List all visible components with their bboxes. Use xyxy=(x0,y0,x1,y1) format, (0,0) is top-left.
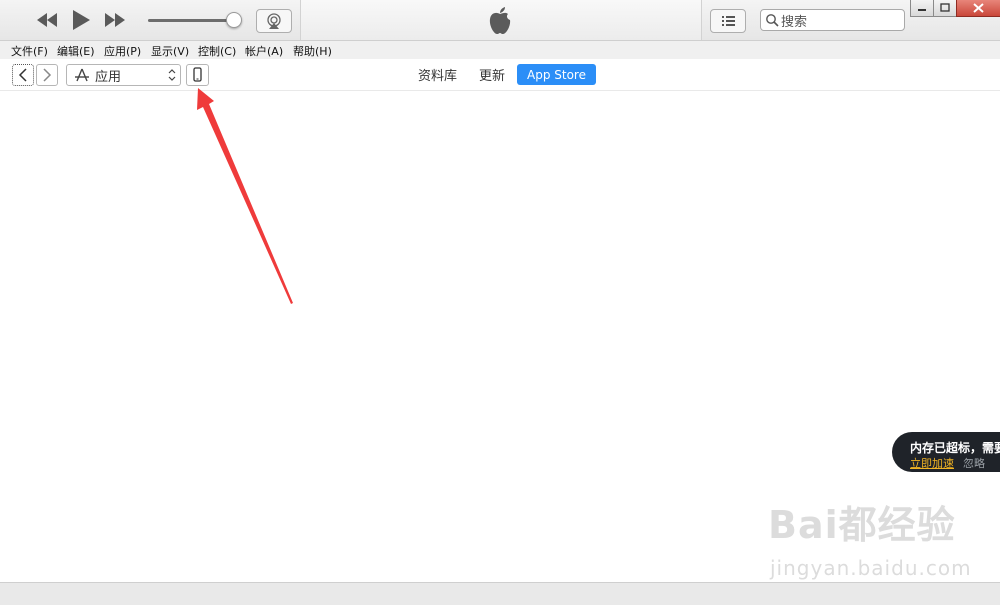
media-kind-value: 应用 xyxy=(95,70,122,85)
watermark-logo-text: Bai都经验 xyxy=(768,503,956,547)
play-icon xyxy=(73,10,90,30)
app-store-icon xyxy=(75,68,89,82)
close-icon xyxy=(973,3,984,13)
menu-account[interactable]: 帐户(A) xyxy=(245,43,283,59)
title-bar: 搜索 xyxy=(0,0,1000,41)
volume-slider-track[interactable] xyxy=(148,19,234,22)
menu-controls[interactable]: 控制(C) xyxy=(198,43,236,59)
device-button[interactable] xyxy=(186,64,209,86)
back-button[interactable] xyxy=(12,64,34,86)
toast-title: 内存已超标，需要 xyxy=(910,441,1000,455)
rewind-icon xyxy=(37,13,57,27)
iphone-icon xyxy=(193,67,202,82)
search-input[interactable]: 搜索 xyxy=(760,9,905,31)
toast-speedup-link[interactable]: 立即加速 xyxy=(910,455,954,471)
navigation-toolbar: 应用 资料库 更新 App Store xyxy=(0,60,1000,91)
menu-view[interactable]: 显示(V) xyxy=(151,43,189,59)
watermark-url: jingyan.baidu.com xyxy=(770,556,972,580)
chevron-updown-icon xyxy=(168,69,176,81)
list-view-button[interactable] xyxy=(710,9,746,33)
volume-slider-knob[interactable] xyxy=(226,12,242,28)
tab-updates[interactable]: 更新 xyxy=(479,64,505,85)
tab-app-store[interactable]: App Store xyxy=(517,64,596,85)
apple-logo-icon xyxy=(487,6,513,36)
minimize-icon xyxy=(918,9,926,11)
fast-forward-icon xyxy=(105,13,125,27)
rewind-button[interactable] xyxy=(36,10,58,30)
minimize-button[interactable] xyxy=(910,0,934,17)
toast-ignore-link[interactable]: 忽略 xyxy=(963,455,985,471)
search-icon xyxy=(766,14,779,27)
maximize-button[interactable] xyxy=(933,0,957,17)
close-button[interactable] xyxy=(956,0,1000,17)
menu-help[interactable]: 帮助(H) xyxy=(293,43,332,59)
window-controls xyxy=(910,0,1000,18)
chevron-left-icon xyxy=(18,68,27,82)
search-placeholder: 搜索 xyxy=(781,15,808,30)
tab-library[interactable]: 资料库 xyxy=(418,64,457,85)
fast-forward-button[interactable] xyxy=(104,10,126,30)
media-kind-select[interactable]: 应用 xyxy=(66,64,181,86)
maximize-icon xyxy=(940,3,950,12)
airplay-icon xyxy=(267,13,281,29)
memory-warning-toast: 内存已超标，需要 立即加速 忽略 xyxy=(892,432,1000,472)
list-icon xyxy=(722,16,735,26)
menu-edit[interactable]: 编辑(E) xyxy=(57,43,95,59)
chevron-right-icon xyxy=(43,68,52,82)
menu-bar: 文件(F) 编辑(E) 应用(P) 显示(V) 控制(C) 帐户(A) 帮助(H… xyxy=(0,41,1000,59)
play-button[interactable] xyxy=(70,8,92,32)
forward-button[interactable] xyxy=(36,64,58,86)
airplay-button[interactable] xyxy=(256,9,292,33)
baidu-watermark: Bai都经验 jingyan.baidu.com xyxy=(768,494,971,584)
status-bar xyxy=(0,582,1000,605)
menu-file[interactable]: 文件(F) xyxy=(11,43,48,59)
menu-apps[interactable]: 应用(P) xyxy=(104,43,141,59)
